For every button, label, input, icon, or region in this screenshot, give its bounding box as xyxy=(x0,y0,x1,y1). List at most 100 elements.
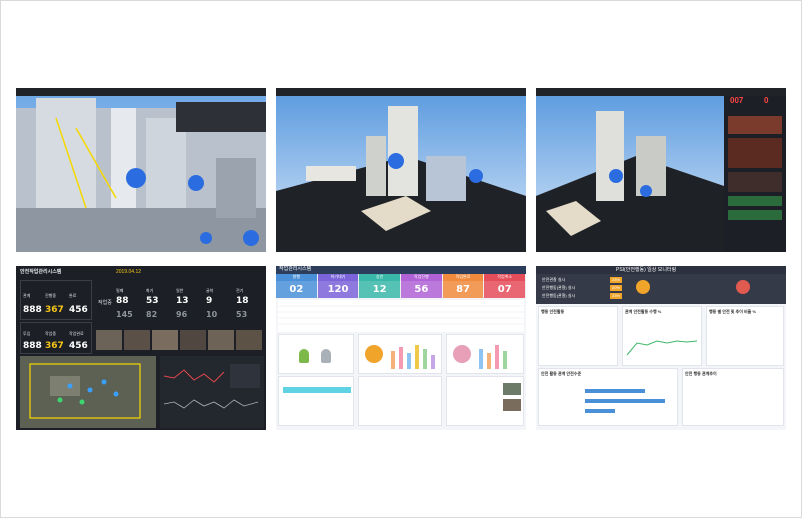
summary-bar: 안전관찰 실시 23% 안전행동(관찰) 실시 20% 안전행동(관찰) 실시 23% xyxy=(536,274,786,304)
thumbnail-3d-view-b[interactable] xyxy=(276,88,526,252)
card-workers xyxy=(278,334,354,374)
person-icon xyxy=(299,349,309,363)
section-title: 관계 안전활동 수행 % xyxy=(625,309,662,314)
header-bar: LOTTE CHEMICAL PSI(안전행동) 일상 모니터링 xyxy=(536,266,786,280)
section-title: 안전 활동 관계 안전수준 xyxy=(541,371,582,376)
count-value: 888 xyxy=(23,341,42,351)
thumbnail-3d-view-a[interactable] xyxy=(16,88,266,252)
label: 진행중 xyxy=(45,293,57,298)
count-value: 367 xyxy=(45,341,64,351)
metric-value: 88 xyxy=(116,296,129,306)
cctv-thumbnail[interactable] xyxy=(152,330,178,350)
stage-card[interactable]: 작업취소 07 xyxy=(484,274,526,298)
cctv-thumbnail[interactable] xyxy=(728,172,782,192)
label: 완료 xyxy=(69,293,77,298)
metric-value-secondary: 145 xyxy=(116,310,133,319)
alarm-count-2: 0 xyxy=(764,96,769,105)
label: 관계 xyxy=(23,293,31,298)
donut-chart xyxy=(365,345,383,363)
metric-label: 화기 xyxy=(146,288,154,293)
row-label: 작업중 xyxy=(98,300,112,306)
stage-card[interactable]: 작업완료 87 xyxy=(442,274,485,298)
metric-value-secondary: 82 xyxy=(146,310,158,319)
metric-value: 13 xyxy=(176,296,189,306)
thumbnail-work-management[interactable]: 작업관리시스템 발행 02 허가대기 120 승인 12 작업진행 56 작업완료 87 작업취소 0… xyxy=(276,266,526,430)
stage-table xyxy=(278,300,524,332)
stage-label: 승인 xyxy=(359,274,401,281)
photo-thumbnail[interactable] xyxy=(503,399,521,411)
header-bar: 작업관리시스템 xyxy=(276,266,526,274)
label: 작업완료 xyxy=(69,331,84,336)
photo-thumbnail[interactable] xyxy=(503,383,521,395)
metric-label: 굴착 xyxy=(206,288,214,293)
metric-label: 전기 xyxy=(236,288,244,293)
summary-item: 안전행동(관찰) 실시 23% xyxy=(542,293,622,299)
stage-value: 02 xyxy=(276,281,317,298)
stage-card[interactable]: 허가대기 120 xyxy=(317,274,360,298)
item-list: 안전관찰 실시 23% 안전행동(관찰) 실시 20% 안전행동(관찰) 실시 23% xyxy=(542,277,622,301)
app-title: 안전작업관리시스템 xyxy=(20,269,62,275)
thumbnail-safety-dashboard[interactable]: 안전작업관리시스템 2019.04.12 관계 진행중 완료 888 367 4… xyxy=(16,266,266,430)
site-map[interactable] xyxy=(20,356,156,428)
summary-item-percent: 23% xyxy=(609,277,622,283)
avatar xyxy=(636,280,650,294)
toolbar xyxy=(276,88,526,96)
donut-chart xyxy=(453,345,471,363)
stage-value: 120 xyxy=(317,281,359,298)
stage-card[interactable]: 승인 12 xyxy=(359,274,402,298)
card-trend-list: 안전 행동 관계추이 xyxy=(682,368,784,426)
summary-item-percent: 23% xyxy=(609,293,622,299)
stage-label: 발행 xyxy=(276,274,317,281)
cctv-thumbnail[interactable] xyxy=(124,330,150,350)
cctv-thumbnail[interactable] xyxy=(96,330,122,350)
stage-card[interactable]: 발행 02 xyxy=(276,274,318,298)
gallery-frame xyxy=(0,0,802,518)
table-lines xyxy=(278,305,524,325)
count-value: 456 xyxy=(69,305,88,315)
metric-label: 일반 xyxy=(176,288,184,293)
alarm-panel: 007 0 xyxy=(724,96,786,252)
cctv-thumbnail[interactable] xyxy=(728,138,782,168)
card-table xyxy=(358,376,442,426)
section-title: 행동 별 안전 및 추이 비율 % xyxy=(709,309,757,314)
person-icon xyxy=(321,349,331,363)
stage-value: 56 xyxy=(401,281,442,298)
card-level: 안전 활동 관계 안전수준 xyxy=(538,368,678,426)
cctv-thumbnail[interactable] xyxy=(208,330,234,350)
toolbar xyxy=(536,88,786,96)
card-images xyxy=(446,376,524,426)
date-label: 2019.04.12 xyxy=(116,269,142,275)
summary-item-percent: 20% xyxy=(609,285,622,291)
count-value: 456 xyxy=(69,341,88,351)
stage-bar: 발행 02 허가대기 120 승인 12 작업진행 56 작업완료 87 작업취소 07 xyxy=(276,274,526,298)
cctv-thumbnail[interactable] xyxy=(728,116,782,134)
bar-chart xyxy=(479,345,507,369)
stage-label: 허가대기 xyxy=(317,274,359,281)
metric-value: 18 xyxy=(236,296,249,306)
stage-label: 작업완료 xyxy=(442,274,484,281)
bar-chart xyxy=(391,345,435,369)
plant-illustration xyxy=(536,96,724,252)
thumbnail-3d-view-c[interactable]: 007 0 xyxy=(536,88,786,252)
avatar xyxy=(736,280,750,294)
summary-item: 안전행동(관찰) 실시 20% xyxy=(542,285,622,291)
metric-value-secondary: 96 xyxy=(176,310,188,319)
card-list xyxy=(278,376,354,426)
plant-illustration xyxy=(276,96,526,252)
metric-value-secondary: 10 xyxy=(206,310,218,319)
alarm-count-1: 007 xyxy=(730,96,744,105)
cctv-thumbnail[interactable] xyxy=(236,330,262,350)
trend-charts xyxy=(160,356,264,428)
hbar-chart xyxy=(585,389,665,413)
plant-illustration xyxy=(16,98,266,252)
cctv-thumbnail[interactable] xyxy=(180,330,206,350)
stage-value: 07 xyxy=(484,281,526,298)
thumbnail-psi-monitoring[interactable]: LOTTE CHEMICAL PSI(안전행동) 일상 모니터링 안전관찰 실시… xyxy=(536,266,786,430)
section-title: 안전 행동 관계추이 xyxy=(685,371,717,376)
stage-value: 87 xyxy=(442,281,484,298)
highlight-row[interactable] xyxy=(283,387,351,393)
card-gauges xyxy=(358,334,442,374)
card-activities: 행동 안전활동 xyxy=(538,306,618,366)
stage-card[interactable]: 작업진행 56 xyxy=(401,274,443,298)
label: 작업중 xyxy=(45,331,57,336)
